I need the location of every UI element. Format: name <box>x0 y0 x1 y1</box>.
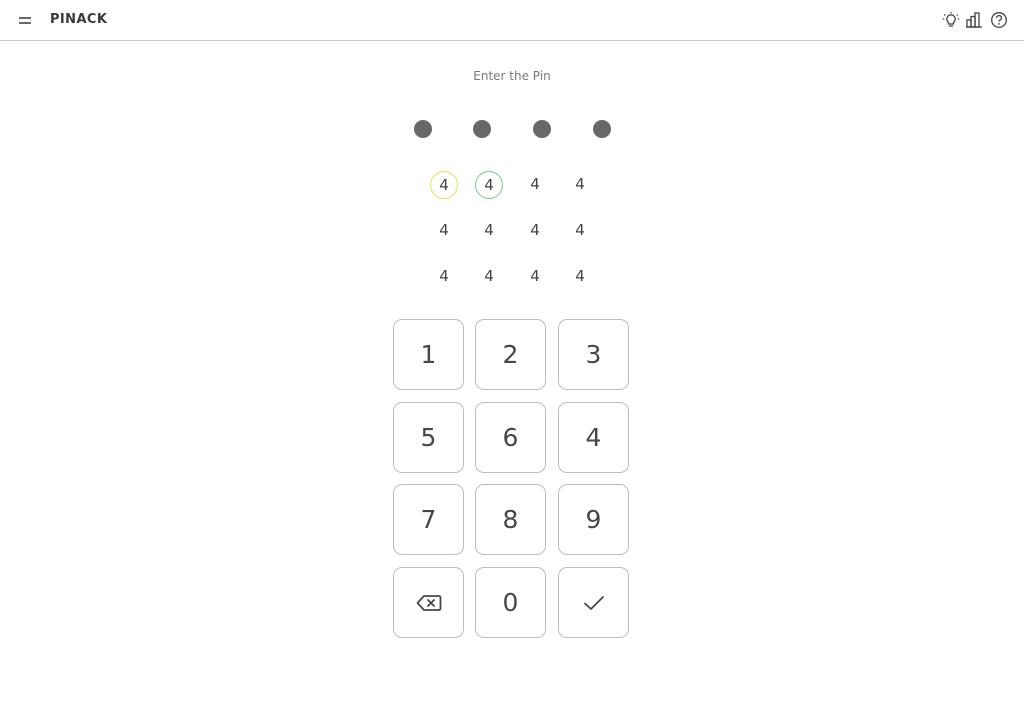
key-5[interactable]: 5 <box>393 402 464 473</box>
top-bar: PINACK <box>0 0 1024 41</box>
checkmark-icon <box>583 595 604 610</box>
digit-cell: 4 <box>530 221 540 239</box>
key-2[interactable]: 2 <box>475 319 546 390</box>
backspace-icon <box>416 594 441 611</box>
digit-cell: 4 <box>439 221 449 239</box>
pin-dot <box>473 120 491 138</box>
pin-app: PINACK Enter the Pin 4 4 4 4 4 4 4 4 4 4… <box>0 0 1024 727</box>
key-9[interactable]: 9 <box>558 484 629 555</box>
key-0[interactable]: 0 <box>475 567 546 638</box>
menu-icon[interactable] <box>16 12 34 30</box>
backspace-button[interactable] <box>393 567 464 638</box>
lightbulb-icon[interactable] <box>942 11 960 29</box>
bar-chart-icon[interactable] <box>965 11 983 29</box>
digit-cell-highlight-green: 4 <box>475 171 503 199</box>
pin-dot <box>533 120 551 138</box>
key-6[interactable]: 6 <box>475 402 546 473</box>
digit-cell: 4 <box>575 267 585 285</box>
key-7[interactable]: 7 <box>393 484 464 555</box>
digit-cell: 4 <box>575 221 585 239</box>
key-1[interactable]: 1 <box>393 319 464 390</box>
key-4[interactable]: 4 <box>558 402 629 473</box>
digit-cell: 4 <box>484 221 494 239</box>
app-title: PINACK <box>50 12 108 27</box>
key-3[interactable]: 3 <box>558 319 629 390</box>
digit-cell: 4 <box>530 267 540 285</box>
key-8[interactable]: 8 <box>475 484 546 555</box>
digit-cell: 4 <box>530 175 540 193</box>
digit-cell: 4 <box>575 175 585 193</box>
help-icon[interactable] <box>990 11 1008 29</box>
confirm-button[interactable] <box>558 567 629 638</box>
digit-cell: 4 <box>439 267 449 285</box>
digit-cell-highlight-yellow: 4 <box>430 171 458 199</box>
pin-dot <box>414 120 432 138</box>
digit-cell: 4 <box>484 267 494 285</box>
pin-dot <box>593 120 611 138</box>
enter-pin-prompt: Enter the Pin <box>473 69 551 83</box>
